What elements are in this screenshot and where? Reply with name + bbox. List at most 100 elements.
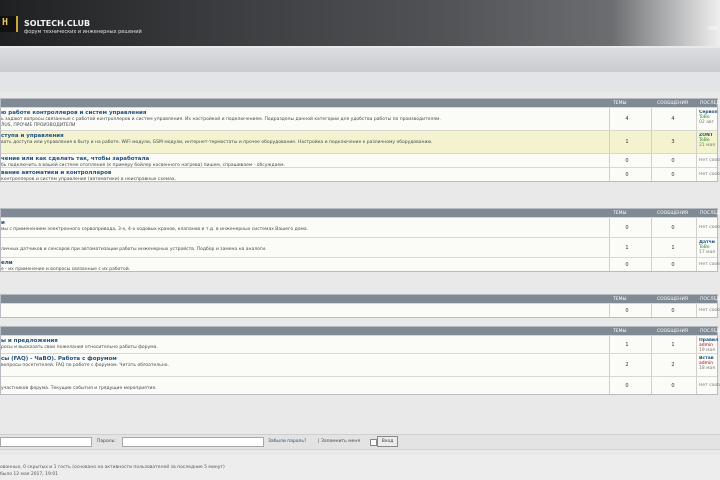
password-input[interactable] <box>122 437 264 447</box>
forum-description: участников форума. Текущие события и гря… <box>1 386 157 391</box>
remember-me-checkbox[interactable] <box>370 439 377 446</box>
logo-glyph: H <box>2 17 9 28</box>
forum-subforums[interactable]: ЛUS, ПРОЧИЕ ПРОИЗВОДИТЕЛИ <box>1 123 76 128</box>
last-post-date: 17 мая <box>699 250 716 255</box>
column-divider <box>696 238 697 257</box>
forum-category: ТЕМЫ СООБЩЕНИЯ ПОСЛЕДН 0 0 Нет сооб <box>0 294 720 318</box>
last-post-column-header: ПОСЛЕДН <box>700 329 720 334</box>
username-input[interactable] <box>0 437 92 447</box>
last-post-date: Нет сооб <box>699 308 720 313</box>
column-divider <box>609 168 610 181</box>
topics-count: 0 <box>625 158 629 164</box>
last-post-date: Нет сооб <box>699 383 720 388</box>
last-post[interactable]: Правил admin 19 мая <box>699 338 720 353</box>
topics-count: 0 <box>625 262 629 268</box>
last-post[interactable]: Нет сооб <box>699 308 720 313</box>
column-divider <box>696 377 697 394</box>
column-divider <box>609 238 610 257</box>
password-label: Пароль: <box>97 439 116 444</box>
posts-count: 0 <box>671 172 675 178</box>
posts-count: 4 <box>671 116 675 122</box>
last-post[interactable]: Нет сооб <box>699 383 720 388</box>
last-post[interactable]: Нет сооб <box>699 158 720 163</box>
site-description: форум технических и инженерных решений <box>24 29 142 35</box>
forum-title[interactable]: и <box>1 220 5 226</box>
category-header: ТЕМЫ СООБЩЕНИЯ ПОСЛЕДН <box>1 295 720 303</box>
topics-count: 0 <box>625 383 629 389</box>
forum-description: мы с применением электронного сервоприво… <box>1 227 309 232</box>
topics-count: 0 <box>625 172 629 178</box>
posts-column-header: СООБЩЕНИЯ <box>657 211 688 216</box>
posts-count: 1 <box>671 245 675 251</box>
column-divider <box>609 258 610 271</box>
topics-count: 4 <box>625 116 629 122</box>
login-bar: Пароль: Забыли пароль? | Запомнить меня … <box>0 434 720 450</box>
last-post-date: Нет сооб <box>699 158 720 163</box>
site-logo[interactable]: H <box>0 16 18 32</box>
forum-title[interactable]: ели <box>1 260 13 266</box>
topics-count: 0 <box>625 225 629 231</box>
last-post[interactable]: ZONT ToBe 21 мая <box>699 133 720 148</box>
topics-count: 0 <box>625 308 629 314</box>
topics-count: 2 <box>625 362 629 368</box>
column-divider <box>609 354 610 376</box>
forum-category: ТЕМЫ СООБЩЕНИЯ ПОСЛЕДН ю работе контроллеро… <box>0 98 720 182</box>
column-divider <box>651 258 652 271</box>
forum-description: вопросы посетителей. FAQ по работе с фор… <box>1 363 169 368</box>
posts-column-header: СООБЩЕНИЯ <box>657 101 688 106</box>
forgot-password-link[interactable]: Забыли пароль? <box>268 439 306 444</box>
posts-count: 0 <box>671 225 675 231</box>
posts-count: 0 <box>671 262 675 268</box>
last-post[interactable]: Сервоп ToBe 02 авг <box>699 110 720 125</box>
posts-count: 2 <box>671 362 675 368</box>
forum-description: росы и высказать свои пожелания относите… <box>1 345 158 350</box>
forum-row: сы (FAQ) - ЧаВО). Работа с форумом вопрос… <box>1 353 717 376</box>
forum-title[interactable]: ы и предложения <box>1 338 58 344</box>
last-post-column-header: ПОСЛЕДН <box>700 101 720 106</box>
posts-count: 0 <box>671 158 675 164</box>
forum-row: ели е - их применение и вопросы связанные… <box>1 257 720 272</box>
last-post[interactable]: Нет сооб <box>699 262 720 267</box>
last-post-column-header: ПОСЛЕДН <box>700 297 720 302</box>
forum-title[interactable]: сы (FAQ) - ЧаВО). Работа с форумом <box>1 356 117 362</box>
posts-count: 3 <box>671 139 675 145</box>
remember-me-label: | Запомнить меня <box>318 439 361 444</box>
column-divider <box>651 377 652 394</box>
forum-title[interactable]: чение или как сделать так, чтобы заработ… <box>1 156 149 162</box>
column-divider <box>651 354 652 376</box>
last-post-date: Нет сооб <box>699 172 720 177</box>
last-post[interactable]: Нет сооб <box>699 172 720 177</box>
column-divider <box>609 108 610 130</box>
column-divider <box>696 336 697 353</box>
forum-row: участников форума. Текущие события и гря… <box>1 376 720 394</box>
column-divider <box>696 154 697 167</box>
column-divider <box>696 258 697 271</box>
topics-column-header: ТЕМЫ <box>613 211 627 216</box>
site-title[interactable]: SOLTECH.CLUB <box>24 19 90 28</box>
column-divider <box>651 218 652 237</box>
last-post[interactable]: Встав admin 18 мая <box>699 356 720 371</box>
forum-title[interactable]: ступа и управления <box>1 133 64 139</box>
navbar <box>0 48 720 72</box>
column-divider <box>696 131 697 153</box>
forum-description: контроллеров и систем управления (автома… <box>1 177 177 182</box>
login-button[interactable]: Вход <box>377 436 398 447</box>
forum-row: вание автоматики и контроллеров контролле… <box>1 167 720 182</box>
forum-row: 0 0 Нет сооб <box>1 303 720 317</box>
topics-count: 1 <box>625 245 629 251</box>
column-divider <box>696 354 697 376</box>
last-post[interactable]: Нет сооб <box>699 225 720 230</box>
forum-title[interactable]: ю работе контроллеров и систем управлени… <box>1 110 146 116</box>
forum-row: личных датчиков и сенсоров при автоматиз… <box>1 237 717 257</box>
language-button[interactable]: mo <box>708 25 718 32</box>
online-stats: ованных, 0 скрытых и 1 гость (основано н… <box>0 465 225 470</box>
column-divider <box>609 218 610 237</box>
posts-count: 0 <box>671 383 675 389</box>
forum-title[interactable]: вание автоматики и контроллеров <box>1 170 111 176</box>
column-divider <box>651 168 652 181</box>
last-post[interactable]: Датчи ToBe 17 мая <box>699 240 720 255</box>
column-divider <box>609 377 610 394</box>
forum-category: ТЕМЫСООБЩЕНИЯПОСЛЕДНимы с применением эл… <box>0 208 720 272</box>
category-header: ТЕМЫ СООБЩЕНИЯ ПОСЛЕДН <box>1 209 720 217</box>
forum-category: ТЕМЫСООБЩЕНИЯПОСЛЕДНы и предложенияросы … <box>0 326 720 395</box>
